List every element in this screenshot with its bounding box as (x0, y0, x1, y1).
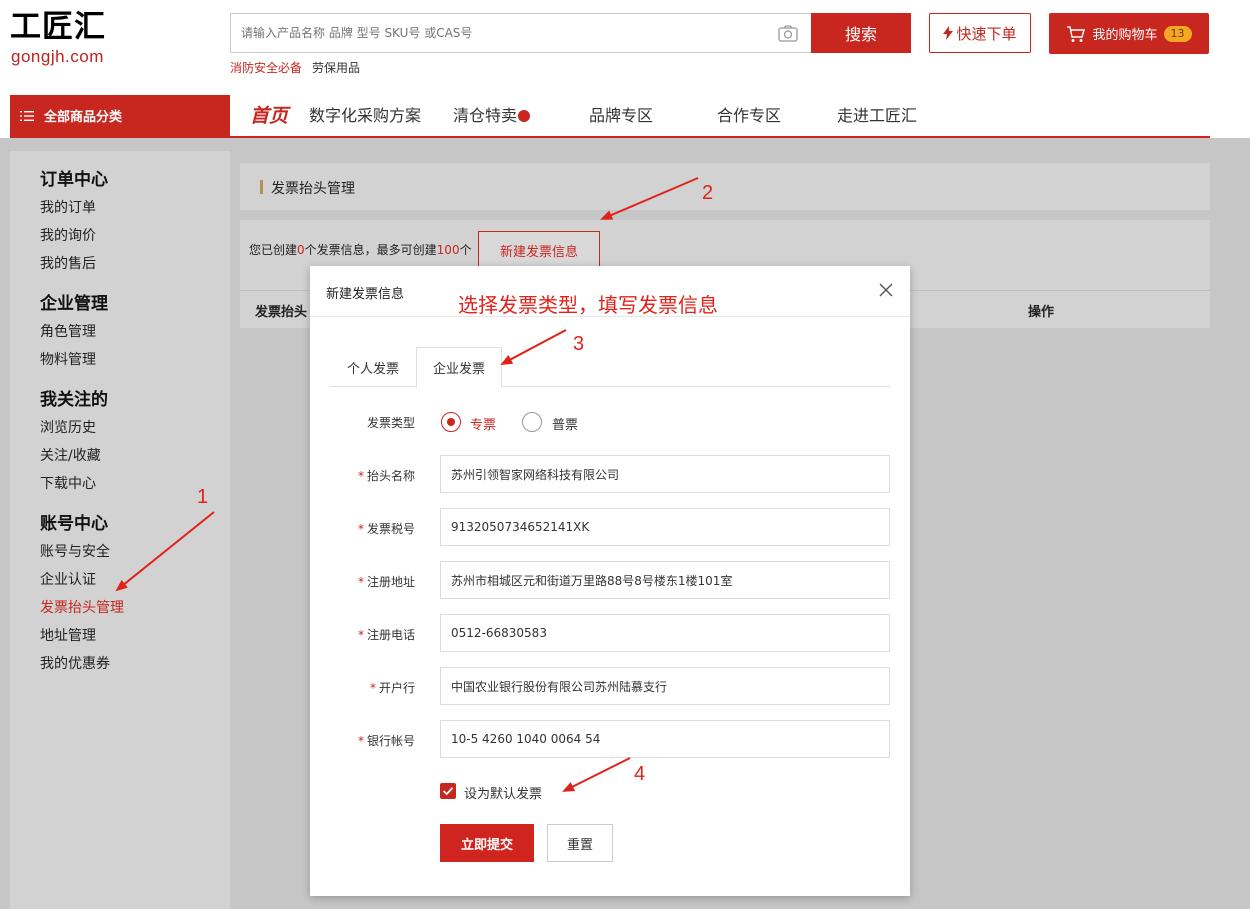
menu-icon (20, 110, 34, 121)
default-invoice-checkbox[interactable] (440, 783, 456, 799)
column-header-title: 发票抬头 (255, 305, 308, 320)
quick-order-button[interactable]: 快速下单 (929, 13, 1031, 53)
cart-icon (1067, 25, 1086, 42)
radio-special-label[interactable]: 专票 (470, 414, 496, 433)
page-title-panel: 发票抬头管理 (240, 163, 1210, 210)
annotation-step-3: 3 (573, 333, 585, 355)
registered-address-field[interactable]: 苏州市相城区元和街道万里路88号8号楼东1楼101室 (440, 561, 890, 599)
registered-phone-field[interactable]: 0512-66830583 (440, 614, 890, 652)
sidebar-item-roles[interactable]: 角色管理 (40, 321, 96, 341)
field-label: * 发票税号 (357, 522, 415, 536)
sidebar-item-downloads[interactable]: 下载中心 (40, 473, 96, 493)
all-categories-button[interactable]: 全部商品分类 (10, 95, 230, 136)
close-icon[interactable] (879, 283, 893, 297)
sidebar-item-my-orders[interactable]: 我的订单 (40, 197, 96, 217)
sidebar-group-title: 企业管理 (40, 294, 108, 314)
field-label: * 银行帐号 (357, 734, 415, 748)
logo-text: 工匠汇 (10, 9, 106, 45)
sidebar-item-my-inquiries[interactable]: 我的询价 (40, 225, 96, 245)
cart-button[interactable]: 我的购物车 13 (1049, 13, 1209, 54)
sidebar-item-materials[interactable]: 物料管理 (40, 349, 96, 369)
hot-keywords: 消防安全必备 劳保用品 (230, 59, 360, 76)
cart-label: 我的购物车 (1092, 28, 1158, 43)
sidebar-item-after-sales[interactable]: 我的售后 (40, 253, 96, 273)
field-label: * 开户行 (369, 681, 415, 695)
new-invoice-dialog: 新建发票信息 个人发票 企业发票 发票类型 专票 普票 * 抬头名称 苏州引领智家… (310, 266, 910, 896)
submit-button[interactable]: 立即提交 (440, 824, 534, 862)
invoice-type-label: 发票类型 (366, 416, 415, 430)
invoice-tabs: 个人发票 企业发票 (330, 347, 890, 388)
sidebar-item-enterprise-verify[interactable]: 企业认证 (40, 569, 96, 589)
annotation-step-1: 1 (197, 486, 209, 508)
tab-personal-invoice[interactable]: 个人发票 (330, 347, 416, 387)
camera-icon[interactable] (778, 25, 798, 42)
tab-enterprise-invoice[interactable]: 企业发票 (416, 347, 502, 388)
hot-keyword-link[interactable]: 消防安全必备 (230, 59, 302, 76)
hot-keyword-link[interactable]: 劳保用品 (312, 59, 360, 76)
sidebar-group-title: 订单中心 (40, 170, 108, 190)
check-icon (442, 787, 454, 796)
logo-domain: gongjh.com (11, 47, 104, 66)
default-invoice-label[interactable]: 设为默认发票 (464, 783, 542, 802)
bank-account-field[interactable]: 10-5 4260 1040 0064 54 (440, 720, 890, 758)
site-logo[interactable]: 工匠汇 gongjh.com (10, 9, 135, 66)
sidebar-group-title: 账号中心 (40, 514, 108, 534)
nav-about[interactable]: 走进工匠汇 (837, 103, 917, 129)
search-button[interactable]: 搜索 (811, 13, 911, 53)
nav-home[interactable]: 首页 (250, 103, 288, 129)
quick-order-label: 快速下单 (956, 24, 1017, 43)
info-middle: 个发票信息，最多可创建 (304, 243, 437, 257)
info-prefix: 您已创建 (249, 243, 298, 257)
sidebar-item-favorites[interactable]: 关注/收藏 (40, 445, 101, 465)
nav-digital-procurement[interactable]: 数字化采购方案 (309, 103, 421, 129)
title-accent-bar (260, 180, 263, 194)
reset-button[interactable]: 重置 (547, 824, 613, 862)
search-box (230, 13, 811, 53)
sidebar-item-addresses[interactable]: 地址管理 (40, 625, 96, 645)
dialog-title: 新建发票信息 (326, 287, 405, 302)
annotation-instruction: 选择发票类型，填写发票信息 (458, 293, 718, 317)
sidebar-item-invoice-titles[interactable]: 发票抬头管理 (40, 597, 124, 617)
annotation-step-2: 2 (702, 182, 714, 204)
title-name-field[interactable]: 苏州引领智家网络科技有限公司 (440, 455, 890, 493)
search-input[interactable] (241, 14, 771, 52)
field-label: * 抬头名称 (357, 469, 415, 483)
category-label: 全部商品分类 (44, 110, 123, 125)
sidebar-group-title: 我关注的 (40, 390, 108, 410)
invoice-count-info: 您已创建0个发票信息，最多可创建100个 (249, 241, 472, 258)
field-label: * 注册电话 (357, 628, 415, 642)
created-count: 0 (297, 243, 305, 257)
nav-clearance-label: 清仓特卖 (453, 106, 518, 125)
column-header-actions: 操作 (1028, 305, 1055, 320)
sidebar-item-account-security[interactable]: 账号与安全 (40, 541, 110, 561)
tax-number-field[interactable]: 9132050734652141XK (440, 508, 890, 546)
hot-icon (518, 109, 531, 122)
radio-normal-label[interactable]: 普票 (552, 414, 578, 433)
radio-normal-invoice[interactable] (522, 412, 542, 432)
sidebar-item-coupons[interactable]: 我的优惠券 (40, 653, 110, 673)
page-title: 发票抬头管理 (271, 181, 355, 197)
sidebar-item-history[interactable]: 浏览历史 (40, 417, 96, 437)
account-sidebar: 订单中心 我的订单 我的询价 我的售后 企业管理 角色管理 物料管理 我关注的 … (10, 151, 230, 909)
info-suffix: 个 (459, 243, 472, 257)
lightning-icon (943, 26, 954, 40)
nav-cooperation[interactable]: 合作专区 (717, 103, 781, 129)
annotation-step-4: 4 (634, 763, 646, 785)
nav-brands[interactable]: 品牌专区 (589, 103, 653, 129)
field-label: * 注册地址 (357, 575, 415, 589)
max-count: 100 (436, 243, 460, 257)
radio-special-invoice[interactable] (441, 412, 461, 432)
bank-name-field[interactable]: 中国农业银行股份有限公司苏州陆慕支行 (440, 667, 890, 705)
cart-count-badge: 13 (1163, 25, 1192, 42)
new-invoice-button[interactable]: 新建发票信息 (478, 231, 600, 269)
nav-clearance[interactable]: 清仓特卖 (453, 103, 531, 129)
